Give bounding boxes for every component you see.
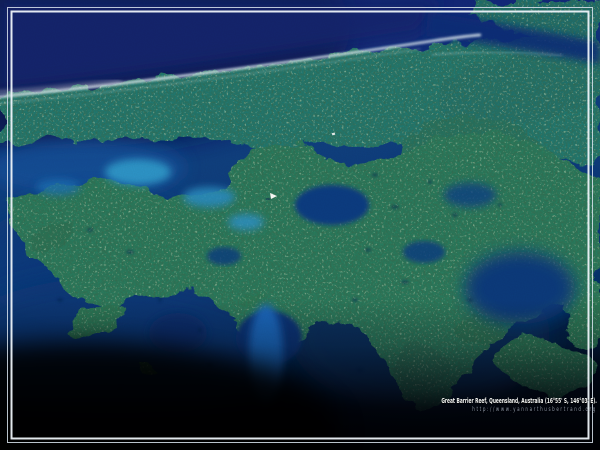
desktop-wallpaper: Great Barrier Reef, Queensland, Australi… — [0, 0, 600, 450]
reef-aerial-photo — [0, 0, 600, 450]
